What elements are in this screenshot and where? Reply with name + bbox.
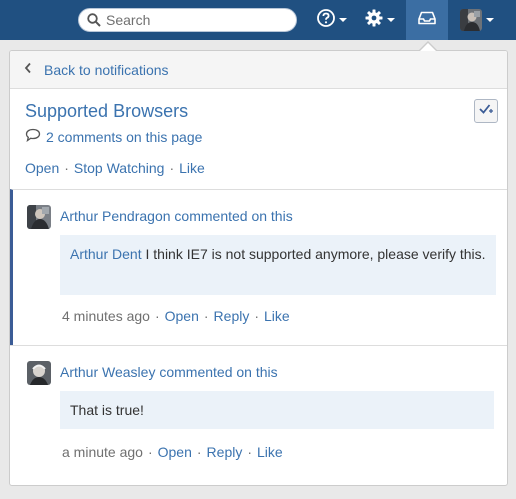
chevron-down-icon <box>339 18 347 22</box>
comment-actions: a minute ago · Open · Reply · Like <box>62 444 283 460</box>
reply-link[interactable]: Reply <box>207 444 243 460</box>
comment-body: That is true! <box>60 391 494 429</box>
back-link-label[interactable]: Back to notifications <box>44 62 169 78</box>
separator: · <box>147 444 153 460</box>
user-menu-button[interactable] <box>454 0 500 40</box>
separator: · <box>169 160 175 176</box>
separator: · <box>254 308 260 324</box>
comment-item: Arthur Weasley commented on this That is… <box>10 345 507 485</box>
avatar <box>460 9 482 31</box>
open-link[interactable]: Open <box>25 160 59 176</box>
comment-timestamp[interactable]: a minute ago <box>62 444 143 460</box>
reply-link[interactable]: Reply <box>214 308 250 324</box>
comment-header: Arthur Pendragon commented on this <box>60 208 293 224</box>
like-link[interactable]: Like <box>179 160 205 176</box>
comment-header: Arthur Weasley commented on this <box>60 364 278 380</box>
help-icon <box>317 8 335 32</box>
like-link[interactable]: Like <box>257 444 283 460</box>
separator: · <box>154 308 160 324</box>
separator: · <box>64 160 69 176</box>
page-title[interactable]: Supported Browsers <box>25 101 188 122</box>
speech-bubble-icon <box>25 128 41 145</box>
back-to-notifications[interactable]: Back to notifications <box>10 51 507 89</box>
avatar[interactable] <box>27 205 51 229</box>
notification-panel: Back to notifications Supported Browsers… <box>9 50 508 486</box>
top-navigation-bar <box>0 0 516 40</box>
separator: · <box>196 444 202 460</box>
page-actions: Open · Stop Watching · Like <box>25 160 205 176</box>
open-link[interactable]: Open <box>165 308 199 324</box>
task-check-icon <box>479 102 493 120</box>
gear-icon <box>365 9 383 32</box>
separator: · <box>247 444 253 460</box>
inbox-button[interactable] <box>406 0 448 40</box>
comment-count-label[interactable]: 2 comments on this page <box>46 129 202 145</box>
comment-count[interactable]: 2 comments on this page <box>25 128 202 145</box>
separator: · <box>203 308 209 324</box>
open-link[interactable]: Open <box>158 444 192 460</box>
help-menu-button[interactable] <box>312 0 352 40</box>
comment-author[interactable]: Arthur Pendragon <box>60 208 171 224</box>
panel-pointer-fill <box>420 43 436 51</box>
comment-text: I think IE7 is not supported anymore, pl… <box>141 246 486 262</box>
inbox-icon <box>418 11 436 30</box>
comment-verb: commented on this <box>174 208 293 224</box>
comment-author[interactable]: Arthur Weasley <box>60 364 155 380</box>
comment-timestamp[interactable]: 4 minutes ago <box>62 308 150 324</box>
chevron-down-icon <box>387 18 395 22</box>
stop-watching-link[interactable]: Stop Watching <box>74 160 165 176</box>
settings-menu-button[interactable] <box>359 0 401 40</box>
user-mention[interactable]: Arthur Dent <box>70 246 142 262</box>
comment-body: Arthur Dent I think IE7 is not supported… <box>60 235 496 295</box>
chevron-left-icon <box>24 61 34 79</box>
create-task-button[interactable] <box>474 99 498 123</box>
comment-text: That is true! <box>70 402 144 418</box>
search-box[interactable] <box>78 8 297 32</box>
search-icon <box>87 13 101 27</box>
comment-verb: commented on this <box>159 364 278 380</box>
comment-actions: 4 minutes ago · Open · Reply · Like <box>62 308 290 324</box>
like-link[interactable]: Like <box>264 308 290 324</box>
chevron-down-icon <box>486 18 494 22</box>
comment-item: Arthur Pendragon commented on this Arthu… <box>10 189 507 345</box>
search-input[interactable] <box>106 12 276 28</box>
avatar[interactable] <box>27 361 51 385</box>
